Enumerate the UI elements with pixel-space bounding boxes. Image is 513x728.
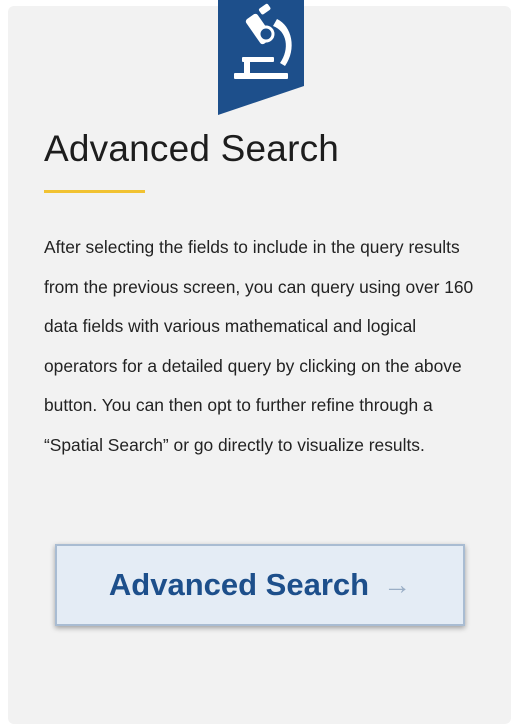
card-title: Advanced Search [44,128,340,169]
banner-ribbon [218,0,304,115]
advanced-search-button-label: Advanced Search [108,567,370,602]
advanced-search-button[interactable]: Advanced Search → [55,544,465,626]
advanced-search-card: Advanced Search After selecting the fiel… [8,0,511,724]
title-underline [44,190,145,193]
card-description: After selecting the fields to include in… [44,237,474,455]
arrow-right-icon: → [383,569,412,600]
